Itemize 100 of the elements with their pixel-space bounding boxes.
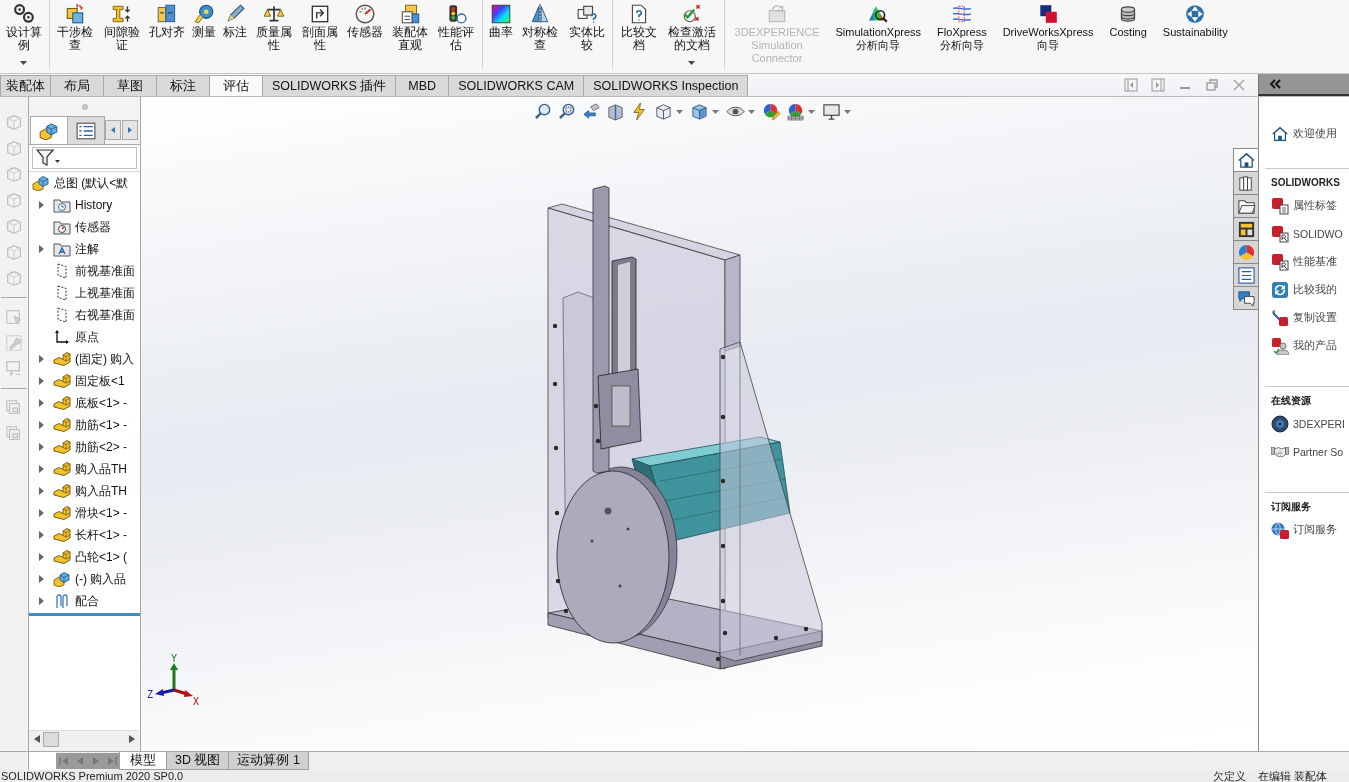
expand-arrow-icon[interactable] (38, 487, 44, 495)
caret-icon[interactable] (748, 109, 755, 114)
task-pane-link[interactable]: SOLIDWO (1271, 225, 1349, 243)
command-tab[interactable]: SOLIDWORKS CAM (448, 75, 585, 96)
expand-arrow-icon[interactable] (38, 597, 44, 605)
horizontal-scrollbar[interactable] (30, 730, 139, 747)
ribbon-command[interactable]: 干涉检查 (53, 2, 98, 52)
scroll-left-icon[interactable] (34, 735, 40, 743)
ribbon-command[interactable]: 曲率 (487, 2, 516, 39)
ribbon-command[interactable]: 性能评估 (434, 2, 479, 52)
ribbon-command[interactable]: 设计算例 (2, 2, 46, 69)
panel-tab[interactable] (67, 116, 105, 144)
caret-icon[interactable] (676, 109, 683, 114)
ribbon-command[interactable]: 比较文档 (617, 2, 661, 52)
scroll-left-icon[interactable] (105, 120, 121, 140)
tree-item[interactable]: 配合 (29, 590, 140, 612)
expand-arrow-icon[interactable] (38, 245, 44, 253)
expand-arrow-icon[interactable] (38, 509, 44, 517)
sectioned-block-icon[interactable] (606, 102, 625, 121)
filter-icon[interactable] (36, 149, 60, 167)
zoom-area-icon[interactable] (558, 102, 577, 121)
ribbon-command[interactable]: 剖面属性 (298, 2, 342, 52)
task-pane-link[interactable]: 性能基准 (1271, 253, 1349, 271)
ribbon-command[interactable]: DriveWorksXpress 向导 (1000, 2, 1096, 52)
cube-icon[interactable] (654, 102, 673, 121)
tree-item[interactable]: 注解 (29, 238, 140, 260)
ribbon-command[interactable]: 实体比较 (564, 2, 609, 52)
ribbon-command[interactable]: FloXpress 分析向导 (935, 2, 989, 52)
tree-item[interactable]: 滑块<1> - (29, 502, 140, 524)
panel-right-icon[interactable] (1151, 78, 1165, 92)
tree-item[interactable]: 凸轮<1> ( (29, 546, 140, 568)
caret-icon[interactable] (808, 109, 815, 114)
ribbon-command[interactable]: 质量属性 (251, 2, 296, 52)
tree-item[interactable]: 肋筋<2> - (29, 436, 140, 458)
view-tab[interactable]: 模型 (119, 752, 167, 770)
caret-icon[interactable] (20, 61, 28, 65)
command-tab[interactable]: 布局 (50, 75, 104, 96)
splitter-handle-icon[interactable] (81, 103, 88, 110)
welcome-link[interactable]: 欢迎使用 (1271, 125, 1349, 143)
view-tab[interactable]: 运动算例 1 (228, 752, 309, 770)
tree-item[interactable]: 底板<1> - (29, 392, 140, 414)
caret-icon[interactable] (688, 61, 696, 65)
panel-tab[interactable] (30, 116, 68, 144)
task-pane-link[interactable]: 比较我的 (1271, 281, 1349, 299)
tree-item[interactable]: 前视基准面 (29, 260, 140, 282)
double-chevron-icon[interactable] (1269, 79, 1281, 89)
task-pane-tab[interactable] (1233, 194, 1258, 218)
scroll-right-icon[interactable] (122, 120, 138, 140)
task-pane-tab[interactable] (1233, 217, 1258, 241)
command-tab[interactable]: SOLIDWORKS 插件 (262, 75, 397, 96)
tree-item[interactable]: (固定) 购入 (29, 348, 140, 370)
command-tab[interactable]: SOLIDWORKS Inspection (583, 75, 749, 96)
filter-field[interactable] (32, 147, 137, 169)
task-pane-link[interactable]: 复制设置 (1271, 309, 1349, 327)
view-tab[interactable]: 3D 视图 (166, 752, 230, 770)
expand-arrow-icon[interactable] (38, 575, 44, 583)
color-ball-pencil-icon[interactable] (762, 102, 781, 121)
task-pane-link[interactable]: Partner So (1271, 443, 1349, 461)
color-ball-scene-icon[interactable] (786, 102, 805, 121)
expand-arrow-icon[interactable] (38, 465, 44, 473)
task-pane-link[interactable]: 3DEXPERI (1271, 415, 1349, 433)
tree-item[interactable]: History (29, 194, 140, 216)
zoom-icon[interactable] (534, 102, 553, 121)
monitor-icon[interactable] (822, 102, 841, 121)
tree-item[interactable]: 购入品TH (29, 458, 140, 480)
tree-item[interactable]: 肋筋<1> - (29, 414, 140, 436)
ribbon-command[interactable]: 检查激活的文档 (663, 2, 720, 69)
panel-left-icon[interactable] (1124, 78, 1138, 92)
command-tab[interactable]: MBD (395, 75, 450, 96)
tree-item[interactable]: 购入品TH (29, 480, 140, 502)
ribbon-command[interactable]: Sustainability (1160, 2, 1230, 39)
shaded-cube-icon[interactable] (690, 102, 709, 121)
tree-item[interactable]: 总图 (默认<默 (29, 172, 140, 194)
tree-item[interactable]: 传感器 (29, 216, 140, 238)
task-pane-tab[interactable] (1233, 286, 1258, 310)
ribbon-command[interactable]: 对称检查 (518, 2, 562, 52)
task-pane-tab[interactable] (1233, 263, 1258, 287)
command-tab[interactable]: 装配体 (0, 75, 51, 96)
expand-arrow-icon[interactable] (38, 531, 44, 539)
command-tab[interactable]: 评估 (209, 75, 263, 96)
tree-item[interactable]: 长杆<1> - (29, 524, 140, 546)
tree-item[interactable]: 右视基准面 (29, 304, 140, 326)
task-pane-link[interactable]: 我的产品 (1271, 337, 1349, 355)
tree-item[interactable]: 上视基准面 (29, 282, 140, 304)
expand-arrow-icon[interactable] (38, 399, 44, 407)
ribbon-command[interactable]: 间隙验证 (100, 2, 144, 52)
command-tab[interactable]: 草图 (103, 75, 157, 96)
ribbon-command[interactable]: 孔对齐 (146, 2, 187, 39)
caret-icon[interactable] (844, 109, 851, 114)
task-pane-link[interactable]: 订阅服务 (1271, 521, 1349, 539)
expand-arrow-icon[interactable] (38, 377, 44, 385)
tree-item[interactable]: 原点 (29, 326, 140, 348)
caret-icon[interactable] (712, 109, 719, 114)
ribbon-command[interactable]: 装配体直观 (387, 2, 432, 52)
ribbon-command[interactable]: 传感器 (344, 2, 385, 39)
task-pane-tab[interactable] (1233, 171, 1258, 195)
tree-item[interactable]: (-) 购入品 (29, 568, 140, 590)
tree-item[interactable]: 固定板<1 (29, 370, 140, 392)
ribbon-command[interactable]: 标注 (220, 2, 249, 39)
expand-arrow-icon[interactable] (38, 443, 44, 451)
